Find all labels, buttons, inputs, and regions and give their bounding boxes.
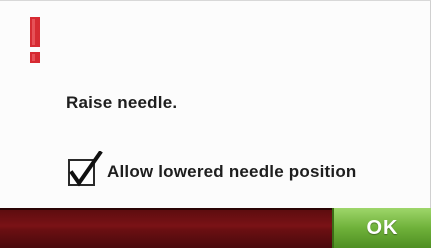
allow-lowered-needle-option[interactable]: Allow lowered needle position (67, 151, 357, 191)
allow-lowered-needle-checkbox[interactable] (67, 151, 103, 187)
ok-button-label: OK (366, 216, 399, 239)
checkmark-icon (68, 151, 103, 187)
needle-dialog: Raise needle. Allow lowered needle posit… (0, 0, 431, 248)
exclamation-icon (29, 17, 41, 65)
dialog-message: Raise needle. (66, 93, 178, 112)
ok-button[interactable]: OK (332, 208, 431, 248)
checkbox-label: Allow lowered needle position (107, 162, 357, 181)
dialog-panel: Raise needle. Allow lowered needle posit… (0, 0, 431, 208)
